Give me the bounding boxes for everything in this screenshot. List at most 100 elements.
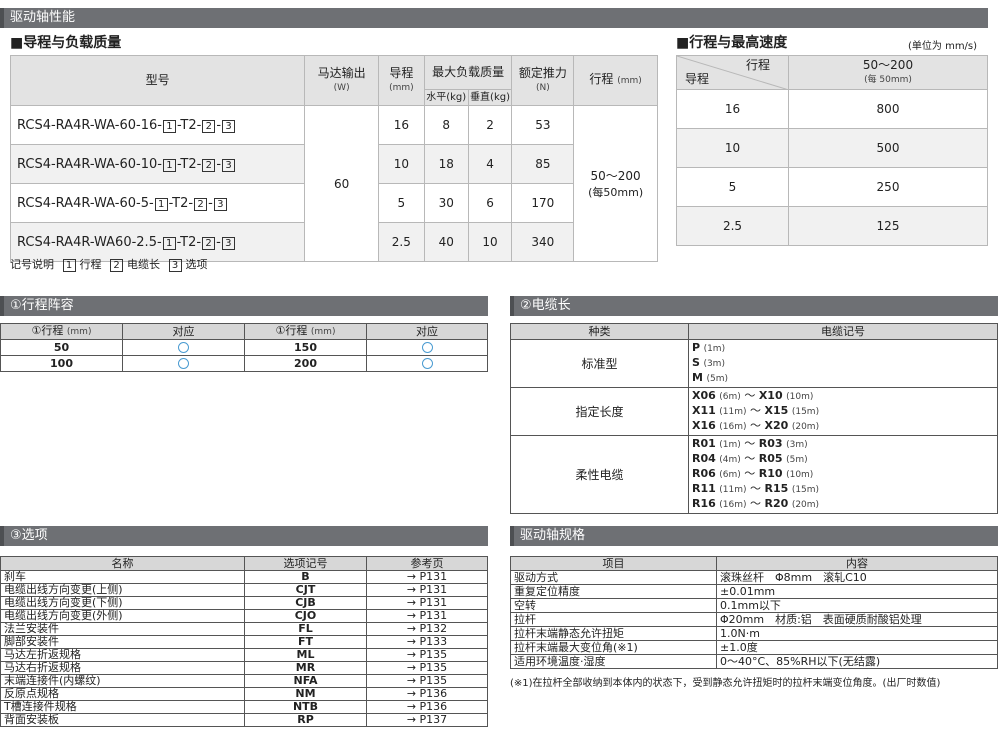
section-bar-drive-spec: 驱动轴规格 xyxy=(510,526,998,546)
model-cell: RCS4-RA4R-WA-60-16- 1 -T2- 2-3 xyxy=(9,105,306,145)
section-bar-stroke-lineup: ①行程阵容 xyxy=(0,296,488,316)
lead-cell: 2.5 xyxy=(377,222,425,262)
table-row: 100 200 xyxy=(0,355,488,372)
option-page: → P136 xyxy=(366,700,488,714)
drive-spec-table: 项目 内容 驱动方式 滚珠丝杆 Φ8mm 滚轧C10 重复定位精度 ±0.01mm 空转 0… xyxy=(510,556,998,669)
table-row: 10 500 xyxy=(676,128,988,168)
table-row: 适用环境温度·湿度 0～40°C、85%RH以下(无结露) xyxy=(510,654,998,669)
support-cell xyxy=(122,339,245,356)
vertical-cell: 10 xyxy=(467,222,513,262)
col-horizontal: 水平(kg) xyxy=(423,89,469,106)
horizontal-cell: 18 xyxy=(423,144,469,184)
lead-load-table: 型号 马达输出 (W) 导程 (mm) 最大负载质量 额定推力 (N) 行程 (mm)… xyxy=(9,55,658,262)
table-row: 2.5 125 xyxy=(676,206,988,246)
header-range: 50～200 (每 50mm) xyxy=(788,55,988,90)
diagonal-header: 行程 导程 xyxy=(676,55,789,90)
header-stroke: 行程 xyxy=(745,58,770,72)
spec-footnote: (※1)在拉杆全部收纳到本体内的状态下，受到静态允许扭矩时的拉杆末端变位角度。(… xyxy=(510,678,941,689)
cable-code-cell: R01 (1m) ～ R03 (3m) R04 (4m) ～ R05 (5m) … xyxy=(688,435,998,514)
table-row: 马达右折返规格 MR → P135 xyxy=(0,661,488,675)
section-title: ①行程阵容 xyxy=(10,298,74,313)
spec-item: 拉杆末端最大变位角(※1) xyxy=(510,640,717,655)
support-cell xyxy=(366,355,488,372)
lead-cell: 10 xyxy=(377,144,425,184)
option-code: CJB xyxy=(244,596,367,610)
circle-icon xyxy=(178,342,189,353)
spec-item: 拉杆末端静态允许扭矩 xyxy=(510,626,717,641)
col-stroke: 行程 (mm) xyxy=(573,55,658,106)
table-row: 50 150 xyxy=(0,339,488,356)
table-row: T槽连接件规格 NTB → P136 xyxy=(0,700,488,714)
table-row: RCS4-RA4R-WA-60-16- 1 -T2- 2-3 60 16 8 2 53… xyxy=(9,105,658,262)
section-bar-options: ③选项 xyxy=(0,526,488,546)
option-page: → P136 xyxy=(366,687,488,701)
option-code: ML xyxy=(244,648,367,662)
option-page: → P137 xyxy=(366,713,488,727)
model-cell: RCS4-RA4R-WA-60-10- 1 -T2- 2-3 xyxy=(9,144,306,184)
col-cable-code: 电缆记号 xyxy=(688,323,998,340)
option-page: → P131 xyxy=(366,583,488,597)
spec-content: 0.1mm以下 xyxy=(716,598,998,613)
spec-content: ±0.01mm xyxy=(716,584,998,599)
table-row: 马达左折返规格 ML → P135 xyxy=(0,648,488,662)
col-option-code: 选项记号 xyxy=(244,556,367,571)
col-lead: 导程 (mm) xyxy=(377,55,425,106)
spec-item: 空转 xyxy=(510,598,717,613)
table-row: 刹车 B → P131 xyxy=(0,570,488,584)
section-bar-drive-performance: 驱动轴性能 xyxy=(0,8,988,28)
lead-load-heading: ■导程与负载质量 xyxy=(10,35,122,51)
option-code: CJT xyxy=(244,583,367,597)
option-code: NM xyxy=(244,687,367,701)
spec-content: Φ20mm 材质:铝 表面硬质耐酸铝处理 xyxy=(716,612,998,627)
spec-content: ±1.0度 xyxy=(716,640,998,655)
option-page: → P131 xyxy=(366,570,488,584)
vertical-cell: 2 xyxy=(467,105,513,145)
horizontal-cell: 8 xyxy=(423,105,469,145)
section-title: ②电缆长 xyxy=(520,298,571,313)
col-content: 内容 xyxy=(716,556,998,571)
table-row: 法兰安装件 FL → P132 xyxy=(0,622,488,636)
header-lead: 导程 xyxy=(685,72,710,86)
lead-cell: 2.5 xyxy=(676,206,789,246)
table-row: 标准型 P (1m) S (3m) M (5m) xyxy=(510,339,998,388)
option-page: → P133 xyxy=(366,635,488,649)
options-table: 名称 选项记号 参考页 刹车 B → P131 电缆出线方向变更(上侧) CJT → P131… xyxy=(0,556,488,727)
stroke-lineup-table: ①行程 (mm) 对应 ①行程 (mm) 对应 50 150 100 200 xyxy=(0,323,488,372)
cable-type-flexible: 柔性电缆 xyxy=(510,435,689,514)
option-page: → P135 xyxy=(366,661,488,675)
table-row: 拉杆 Φ20mm 材质:铝 表面硬质耐酸铝处理 xyxy=(510,612,998,627)
option-page: → P131 xyxy=(366,596,488,610)
stroke-cell: 50～200 (每50mm) xyxy=(573,105,658,262)
table-row: 16 800 xyxy=(676,89,988,129)
option-code: NFA xyxy=(244,674,367,688)
cable-length-table: 种类 电缆记号 标准型 P (1m) S (3m) M (5m) 指定长度 X06… xyxy=(510,323,998,514)
thrust-cell: 340 xyxy=(511,222,575,262)
option-code: RP xyxy=(244,713,367,727)
option-name: 法兰安装件 xyxy=(0,622,245,636)
option-name: 末端连接件(内螺纹) xyxy=(0,674,245,688)
col-item: 项目 xyxy=(510,556,717,571)
legend-cable: 电缆长 xyxy=(127,258,160,271)
spec-item: 驱动方式 xyxy=(510,570,717,585)
table-row: 电缆出线方向变更(上侧) CJT → P131 xyxy=(0,583,488,597)
legend-stroke: 行程 xyxy=(79,258,102,271)
option-name: 电缆出线方向变更(上侧) xyxy=(0,583,245,597)
model-cell: RCS4-RA4R-WA-60-5- 1 -T2- 2-3 xyxy=(9,183,306,223)
cable-type-standard: 标准型 xyxy=(510,339,689,388)
stroke-cell: 150 xyxy=(244,339,367,356)
col-ref-page: 参考页 xyxy=(366,556,488,571)
option-code: CJO xyxy=(244,609,367,623)
speed-unit-label: (单位为 mm/s) xyxy=(908,41,978,52)
col-vertical: 垂直(kg) xyxy=(467,89,513,106)
option-name: 背面安装板 xyxy=(0,713,245,727)
spec-item: 拉杆 xyxy=(510,612,717,627)
circle-icon xyxy=(421,342,433,353)
stroke-cell: 100 xyxy=(0,355,123,372)
option-code: FT xyxy=(244,635,367,649)
option-name: 反原点规格 xyxy=(0,687,245,701)
col-type: 种类 xyxy=(510,323,689,340)
spec-content: 0～40°C、85%RH以下(无结露) xyxy=(716,654,998,669)
speed-cell: 500 xyxy=(788,128,988,168)
col-stroke-a: ①行程 (mm) xyxy=(0,323,123,340)
section-title: ③选项 xyxy=(10,528,48,543)
